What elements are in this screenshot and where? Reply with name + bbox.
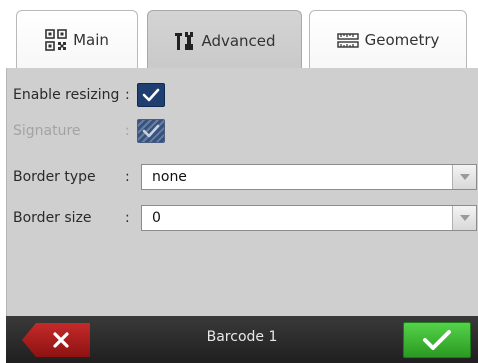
- tab-label: Advanced: [201, 31, 276, 50]
- border-size-select[interactable]: 0: [141, 205, 477, 231]
- signature-checkbox: [137, 119, 165, 143]
- checkmark-icon: [142, 124, 160, 138]
- ruler-icon: [336, 32, 359, 48]
- qr-code-icon: [45, 28, 67, 51]
- field-separator: :: [125, 87, 130, 103]
- dropdown-arrow-button[interactable]: [452, 165, 476, 189]
- signature-row: Signature :: [7, 116, 478, 148]
- border-size-value: 0: [152, 210, 161, 226]
- advanced-settings-panel: Enable resizing : Signature : Border typ…: [6, 68, 478, 316]
- signature-label: Signature: [13, 123, 81, 139]
- tab-label: Main: [73, 30, 109, 49]
- tab-advanced[interactable]: Advanced: [147, 10, 302, 70]
- chevron-down-icon: [459, 215, 470, 221]
- border-type-value: none: [152, 169, 187, 185]
- chevron-down-icon: [459, 174, 470, 180]
- border-size-row: Border size : 0: [7, 203, 478, 235]
- tab-label: Geometry: [364, 30, 440, 49]
- border-size-label: Border size: [13, 210, 92, 226]
- enable-resizing-row: Enable resizing :: [7, 80, 478, 112]
- field-separator: :: [125, 123, 130, 139]
- enable-resizing-label: Enable resizing: [13, 87, 120, 103]
- field-separator: :: [125, 210, 130, 226]
- checkmark-icon: [423, 330, 451, 350]
- border-type-select[interactable]: none: [141, 164, 477, 190]
- bottom-bar: Barcode 1: [6, 316, 478, 363]
- ok-button[interactable]: [403, 322, 471, 358]
- tab-geometry[interactable]: Geometry: [309, 10, 467, 68]
- border-type-label: Border type: [13, 169, 96, 185]
- tab-main[interactable]: Main: [16, 10, 138, 68]
- tab-bar: Main Advanced Geometry: [0, 0, 478, 70]
- checkmark-icon: [142, 88, 160, 102]
- dropdown-arrow-button[interactable]: [452, 206, 476, 230]
- tools-icon: [175, 31, 194, 50]
- enable-resizing-checkbox[interactable]: [137, 83, 165, 107]
- border-type-row: Border type : none: [7, 162, 478, 194]
- field-separator: :: [125, 169, 130, 185]
